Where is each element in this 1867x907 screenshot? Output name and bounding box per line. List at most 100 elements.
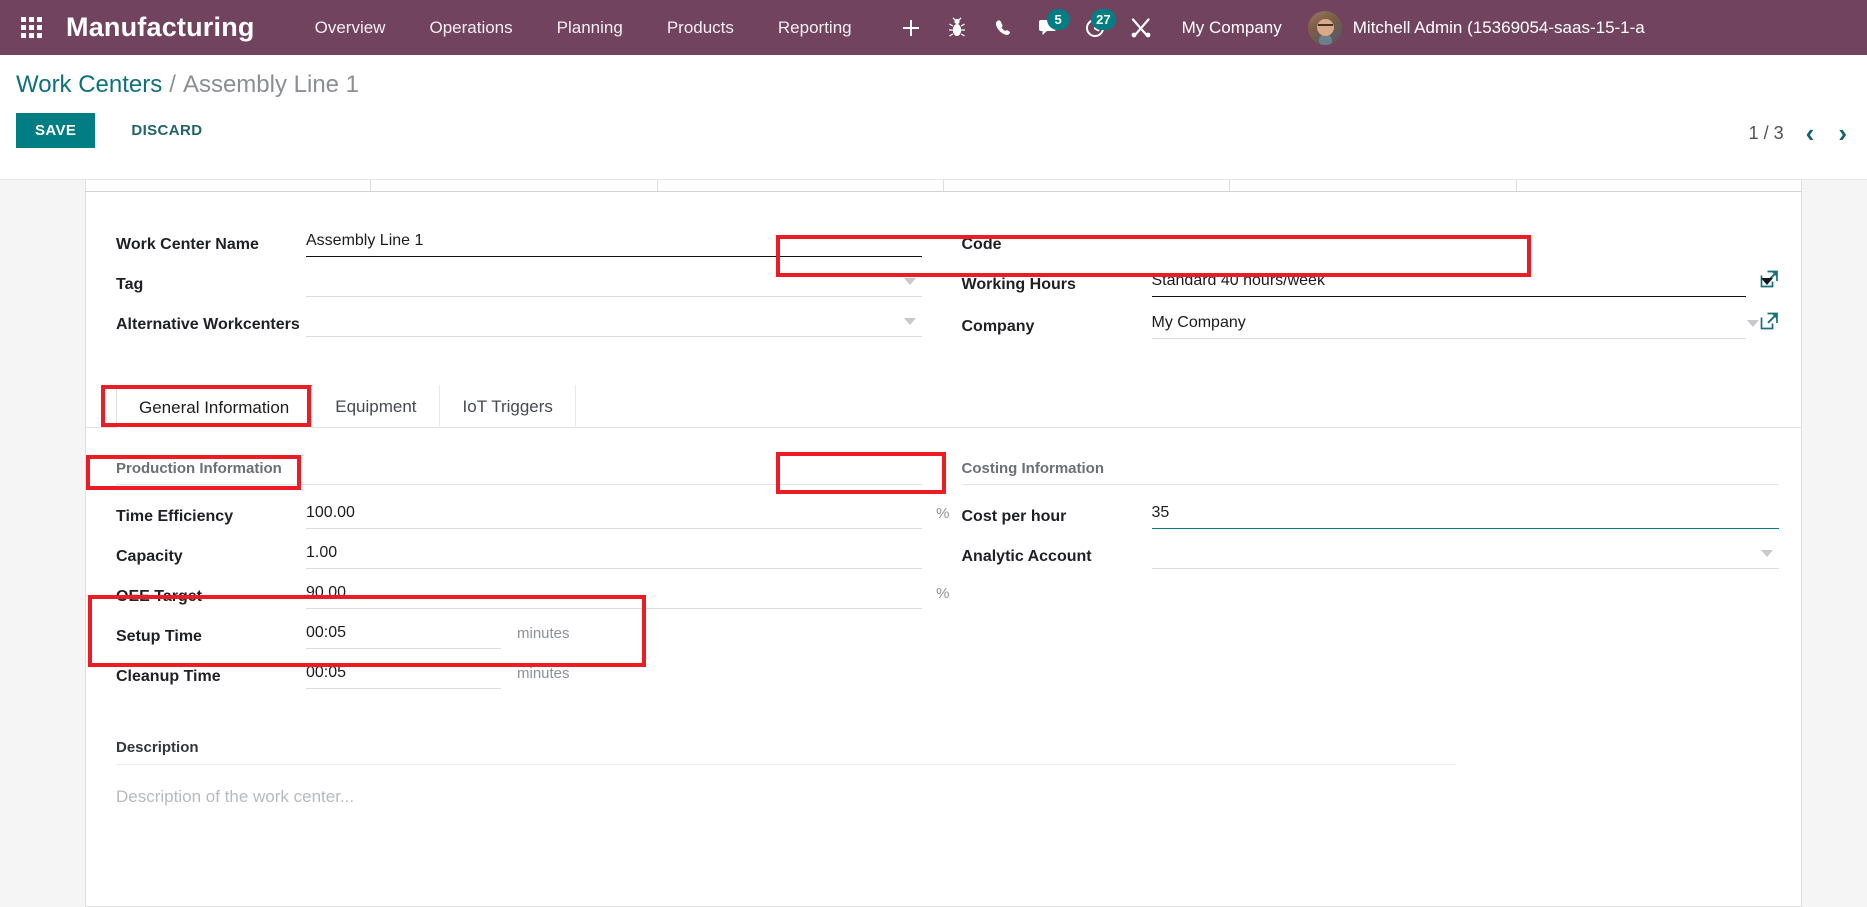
cost-per-hour-input[interactable] — [1151, 499, 1779, 529]
stat-button[interactable] — [1517, 180, 1802, 191]
code-input[interactable] — [1151, 227, 1779, 257]
bug-icon[interactable] — [934, 5, 980, 51]
stat-button[interactable] — [944, 180, 1231, 191]
form-view-background: Work Center Name Tag Alternative Workcen… — [0, 180, 1867, 907]
alternative-workcenters-input[interactable] — [306, 307, 922, 337]
chevron-down-icon — [1747, 320, 1759, 327]
stat-button[interactable] — [371, 180, 658, 191]
menu-item-reporting[interactable]: Reporting — [756, 10, 874, 46]
header-fields: Work Center Name Tag Alternative Workcen… — [86, 192, 1801, 349]
field-oee-target: OEE Target % — [116, 579, 950, 614]
main-menu: Overview Operations Planning Products Re… — [293, 10, 874, 46]
setup-time-suffix: minutes — [517, 625, 570, 642]
time-efficiency-input[interactable] — [306, 499, 922, 529]
label-cost-per-hour: Cost per hour — [961, 508, 1067, 525]
form-sheet: Work Center Name Tag Alternative Workcen… — [85, 180, 1802, 907]
tools-icon[interactable] — [1118, 5, 1164, 51]
tag-input[interactable] — [306, 267, 922, 297]
menu-item-overview[interactable]: Overview — [293, 10, 408, 46]
apps-grid-dots — [20, 17, 42, 38]
work-center-name-input[interactable] — [306, 227, 922, 257]
chat-icon[interactable]: 5 — [1026, 5, 1072, 51]
tab-iot-triggers[interactable]: IoT Triggers — [440, 385, 576, 428]
stat-button[interactable] — [1230, 180, 1517, 191]
costing-information-title: Costing Information — [961, 460, 1779, 485]
oee-target-suffix: % — [936, 585, 950, 602]
label-analytic-account: Analytic Account — [961, 548, 1092, 565]
company-switcher[interactable]: My Company — [1164, 10, 1300, 46]
record-action-buttons: SAVE DISCARD — [0, 99, 1867, 148]
pager: 1 / 3 ‹ › — [1739, 118, 1859, 148]
tab-panel-general-information: Production Information Time Efficiency %… — [86, 428, 1801, 699]
label-alternative-workcenters: Alternative Workcenters — [116, 316, 300, 333]
chat-badge-count: 5 — [1046, 8, 1070, 30]
phone-icon[interactable] — [980, 5, 1026, 51]
activities-clock-icon[interactable]: 27 — [1072, 5, 1118, 51]
field-company: Company — [962, 309, 1780, 344]
cleanup-time-suffix: minutes — [517, 665, 570, 682]
production-information-group: Production Information Time Efficiency %… — [86, 460, 950, 699]
field-alternative-workcenters: Alternative Workcenters — [116, 307, 922, 342]
field-setup-time: Setup Time minutes — [116, 619, 922, 654]
save-button[interactable]: SAVE — [16, 113, 96, 148]
field-analytic-account: Analytic Account — [961, 539, 1779, 574]
label-tag: Tag — [116, 276, 144, 293]
discard-button[interactable]: DISCARD — [111, 113, 222, 148]
label-setup-time: Setup Time — [116, 628, 202, 645]
pager-previous-icon[interactable]: ‹ — [1794, 118, 1827, 148]
label-capacity: Capacity — [116, 548, 183, 565]
top-navbar: Manufacturing Overview Operations Planni… — [0, 0, 1867, 55]
label-time-efficiency: Time Efficiency — [116, 508, 234, 525]
costing-information-group: Costing Information Cost per hour Analyt… — [944, 460, 1802, 699]
setup-time-input[interactable] — [306, 619, 501, 649]
menu-item-products[interactable]: Products — [645, 10, 756, 46]
breadcrumb-separator: / — [169, 71, 176, 98]
user-menu[interactable]: Mitchell Admin (15369054-saas-15-1-a — [1300, 10, 1653, 45]
notebook: General Information Equipment IoT Trigge… — [86, 385, 1801, 807]
breadcrumb: Work Centers / Assembly Line 1 — [0, 55, 1867, 99]
stat-button[interactable] — [658, 180, 944, 191]
stat-buttons-row — [85, 180, 1802, 192]
pager-counter: 1 / 3 — [1748, 122, 1784, 143]
menu-item-planning[interactable]: Planning — [535, 10, 645, 46]
menu-item-operations[interactable]: Operations — [407, 10, 534, 46]
field-tag: Tag — [116, 267, 922, 302]
company-input[interactable] — [1151, 309, 1746, 339]
field-cleanup-time: Cleanup Time minutes — [116, 659, 922, 694]
breadcrumb-root-link[interactable]: Work Centers — [16, 71, 162, 99]
field-cost-per-hour: Cost per hour — [961, 499, 1779, 534]
user-menu-label: Mitchell Admin (15369054-saas-15-1-a — [1352, 17, 1645, 37]
field-code: Code — [961, 227, 1779, 262]
tab-general-information[interactable]: General Information — [116, 385, 313, 428]
label-work-center-name: Work Center Name — [116, 236, 259, 253]
working-hours-input[interactable] — [1151, 267, 1746, 297]
label-working-hours: Working Hours — [961, 276, 1076, 293]
field-time-efficiency: Time Efficiency % — [116, 499, 950, 534]
header-right-column: Code Working Hours Standard 40 hours/wee… — [944, 227, 1802, 349]
stat-button[interactable] — [85, 180, 372, 191]
app-brand-title[interactable]: Manufacturing — [66, 12, 255, 43]
analytic-account-input[interactable] — [1151, 539, 1779, 569]
description-group: Description Description of the work cent… — [86, 699, 1801, 807]
header-left-column: Work Center Name Tag Alternative Workcen… — [86, 227, 944, 349]
tab-equipment[interactable]: Equipment — [312, 385, 440, 428]
label-code: Code — [961, 236, 1002, 253]
oee-target-input[interactable] — [306, 579, 922, 609]
label-cleanup-time: Cleanup Time — [116, 668, 221, 685]
apps-grid-icon[interactable] — [10, 7, 52, 49]
plus-icon[interactable] — [888, 5, 934, 51]
description-textarea[interactable]: Description of the work center... — [116, 765, 1801, 807]
label-company: Company — [961, 318, 1035, 335]
capacity-input[interactable] — [306, 539, 922, 569]
external-link-icon[interactable] — [1760, 270, 1779, 294]
notebook-tabs: General Information Equipment IoT Trigge… — [86, 385, 1801, 428]
avatar — [1307, 10, 1342, 45]
production-information-title: Production Information — [116, 460, 922, 485]
pager-next-icon[interactable]: › — [1826, 118, 1859, 148]
field-capacity: Capacity — [116, 539, 922, 574]
cleanup-time-input[interactable] — [306, 659, 501, 689]
breadcrumb-current-record: Assembly Line 1 — [182, 71, 360, 98]
time-efficiency-suffix: % — [936, 505, 950, 522]
control-panel: Work Centers / Assembly Line 1 SAVE DISC… — [0, 55, 1867, 180]
external-link-icon[interactable] — [1760, 312, 1779, 336]
